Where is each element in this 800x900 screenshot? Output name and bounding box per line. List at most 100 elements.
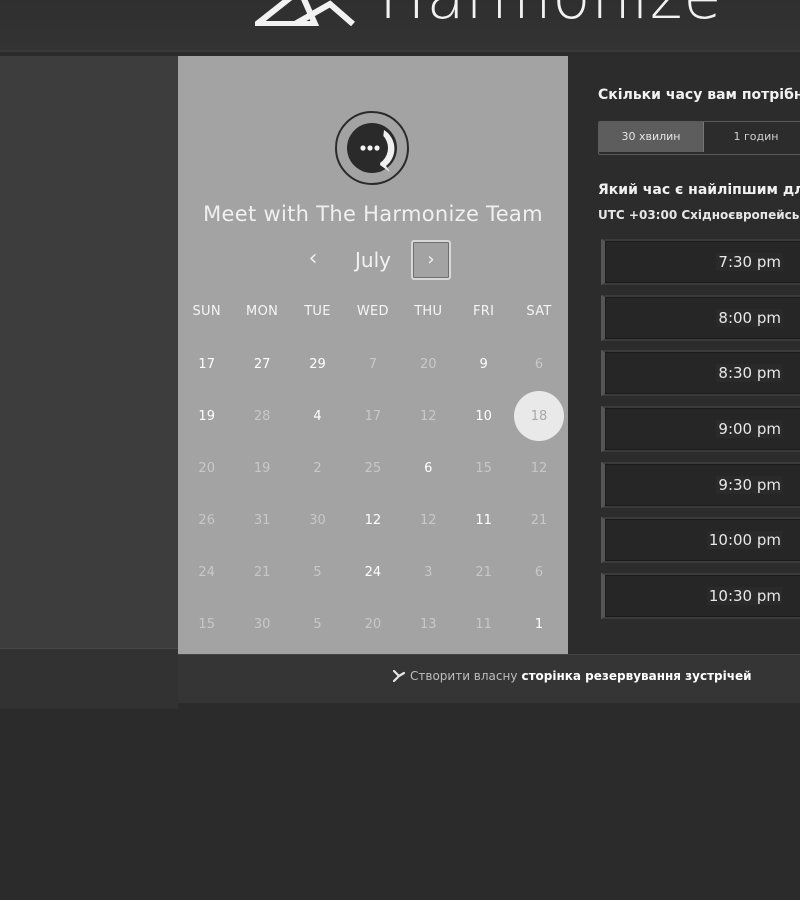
weekday-label: WED: [356, 304, 389, 319]
calendar-day: 6: [511, 338, 566, 390]
calendar-day-number: 24: [198, 564, 215, 580]
calendar-day-number: 31: [253, 512, 271, 528]
create-booking-page-link[interactable]: сторінка резервування зустрічей: [521, 669, 751, 683]
top-header: Harmonize: [0, 0, 800, 52]
calendar-day: 15: [179, 598, 234, 650]
time-slot-button[interactable]: 9:30 pm: [601, 461, 800, 508]
calendar-day-number: 1: [534, 616, 544, 632]
day-grid: 17 27 29 7 20 9 6 19 28 4 17 12 10 18 20 19 2 25 6 15 12 26 31…: [179, 338, 567, 650]
time-slot-label: 9:00 pm: [716, 420, 783, 439]
calendar-day: 31: [234, 494, 289, 546]
calendar-day: 11: [456, 598, 511, 650]
calendar-day[interactable]: 29: [290, 338, 345, 390]
calendar-day[interactable]: 11: [456, 494, 511, 546]
calendar-day-number: 12: [419, 512, 437, 528]
calendar-day-number: 11: [475, 616, 492, 632]
left-panel: [0, 56, 178, 648]
weekday-label: TUE: [304, 304, 331, 319]
calendar-day: 5: [290, 598, 345, 650]
calendar-day-number: 29: [309, 356, 326, 372]
calendar-day: 5: [290, 546, 345, 598]
calendar-week-row: 15 30 5 20 13 11 1: [179, 598, 567, 650]
calendar-day-number: 12: [364, 512, 382, 528]
weekday-label: SAT: [526, 304, 552, 319]
calendar-day-number: 15: [198, 616, 215, 632]
calendar-day-number: 21: [530, 512, 548, 528]
brand[interactable]: Harmonize: [255, 0, 723, 33]
calendar-day: 24: [179, 546, 234, 598]
time-slot-label: 8:30 pm: [716, 364, 783, 383]
weekday-label: SUN: [192, 304, 221, 319]
calendar-day: 20: [401, 338, 456, 390]
calendar-day: 26: [179, 494, 234, 546]
calendar-day-number: 26: [198, 512, 215, 528]
calendar-day[interactable]: 24: [345, 546, 400, 598]
calendar-day[interactable]: 19: [179, 390, 234, 442]
calendar-day-number: 3: [424, 564, 433, 580]
weekday-label: THU: [414, 304, 443, 319]
calendar-day[interactable]: 4: [290, 390, 345, 442]
time-slot-label: 9:30 pm: [716, 475, 783, 494]
harmonize-logo-icon: [255, 0, 355, 26]
calendar-day[interactable]: 6: [401, 442, 456, 494]
calendar-day-number: 13: [419, 616, 437, 632]
time-slot-button[interactable]: 8:00 pm: [601, 294, 800, 341]
calendar-card: Meet with The Harmonize Team ‹ July › SU…: [178, 56, 568, 654]
calendar-day: 28: [234, 390, 289, 442]
calendar-day-number: 24: [364, 564, 382, 580]
calendar-day-number: 18: [514, 391, 565, 441]
duration-selector: 30 хвилин 1 годин: [598, 121, 800, 155]
calendar-day: 7: [345, 338, 400, 390]
calendar-day-number: 21: [253, 564, 271, 580]
calendar-day[interactable]: 12: [345, 494, 400, 546]
calendar-day-number: 28: [253, 408, 271, 424]
calendar-day: 6: [511, 546, 566, 598]
calendar-day: 20: [179, 442, 234, 494]
next-month-button[interactable]: ›: [411, 240, 451, 280]
calendar-day-number: 10: [475, 408, 492, 424]
calendar-week-row: 20 19 2 25 6 15 12: [179, 442, 567, 494]
calendar-day-number: 6: [424, 460, 433, 476]
calendar-day-number: 12: [419, 408, 437, 424]
calendar-day-number: 20: [419, 356, 437, 372]
team-avatar: [335, 111, 409, 185]
calendar-day-number: 12: [530, 460, 548, 476]
calendar-day: 13: [401, 598, 456, 650]
footer-prefix: Створити власну: [410, 669, 518, 683]
calendar-week-row: 24 21 5 24 3 21 6: [179, 546, 567, 598]
duration-30-min-tab[interactable]: 30 хвилин: [599, 122, 704, 152]
time-slot-label: 10:30 pm: [706, 587, 783, 606]
calendar-day[interactable]: 17: [179, 338, 234, 390]
calendar-day[interactable]: 1: [511, 598, 566, 650]
calendar-day: 12: [401, 494, 456, 546]
calendar-day-number: 15: [475, 460, 492, 476]
time-slot-button[interactable]: 8:30 pm: [601, 350, 800, 397]
weekday-label: FRI: [473, 304, 495, 319]
calendar-day-number: 4: [313, 408, 322, 424]
duration-1-hour-tab[interactable]: 1 годин: [704, 122, 800, 152]
calendar-week-row: 26 31 30 12 12 11 21: [179, 494, 567, 546]
time-slot-button[interactable]: 7:30 pm: [601, 239, 800, 285]
time-slot-button[interactable]: 9:00 pm: [601, 406, 800, 453]
calendar-day-number: 17: [198, 356, 215, 372]
calendar-day-number: 27: [253, 356, 271, 372]
calendar-day[interactable]: 9: [456, 338, 511, 390]
calendar-day[interactable]: 27: [234, 338, 289, 390]
calendar-day[interactable]: 10: [456, 390, 511, 442]
time-panel: Скільки часу вам потрібно 30 хвилин 1 го…: [568, 56, 800, 654]
calendar-day: 20: [345, 598, 400, 650]
time-slot-button[interactable]: 10:30 pm: [601, 573, 800, 620]
calendar-day-number: 30: [253, 616, 271, 632]
duration-question: Скільки часу вам потрібно: [598, 87, 800, 103]
timezone-label[interactable]: UTC +03:00 Східноєвропейсь: [598, 208, 799, 222]
time-slot-button[interactable]: 10:00 pm: [601, 517, 800, 564]
calendar-day-number: 2: [313, 460, 322, 476]
calendar-day: 21: [456, 546, 511, 598]
calendar-day: 21: [511, 494, 566, 546]
scheduler-logo-icon: [392, 669, 406, 683]
time-slot-label: 7:30 pm: [716, 253, 783, 271]
calendar-day-selected[interactable]: 18: [511, 390, 566, 442]
calendar-day-number: 19: [253, 460, 271, 476]
prev-month-button[interactable]: ‹: [298, 240, 328, 280]
calendar-day-number: 7: [368, 356, 377, 372]
